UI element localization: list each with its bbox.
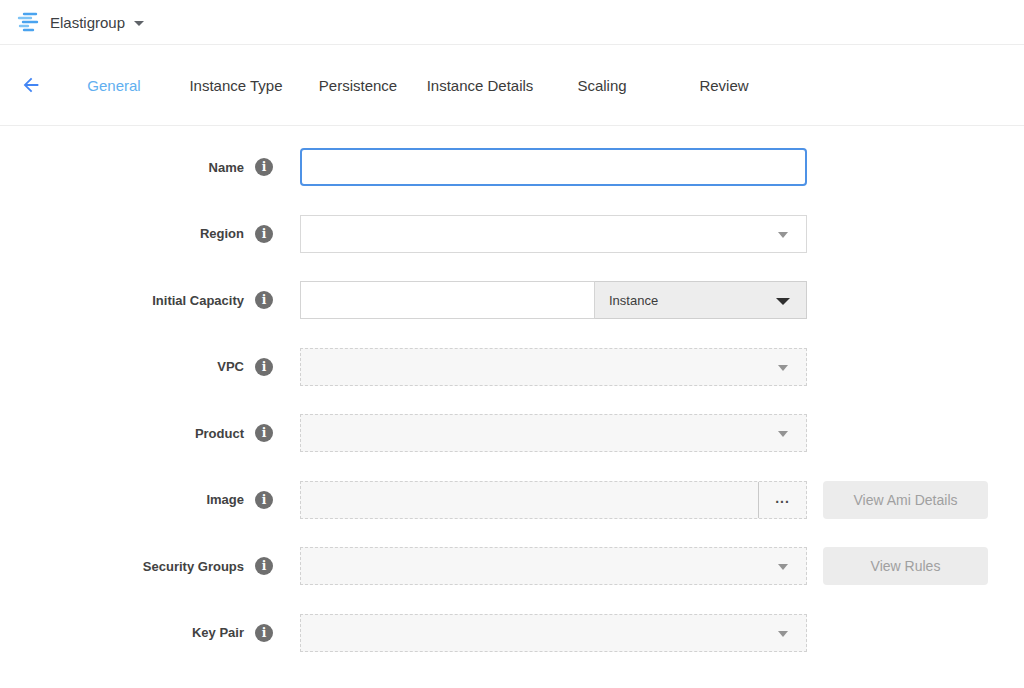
image-value: [301, 482, 758, 518]
product-select[interactable]: [300, 414, 807, 452]
chevron-down-icon: [778, 564, 788, 570]
tab-scaling[interactable]: Scaling: [541, 77, 663, 94]
chevron-down-icon: [778, 365, 788, 371]
field-row-key-pair: Key Pair i: [0, 614, 1024, 652]
field-row-region: Region i: [0, 215, 1024, 253]
arrow-back-icon: [20, 74, 42, 96]
info-icon[interactable]: i: [255, 225, 273, 243]
field-row-image: Image i ... View Ami Details: [0, 481, 1024, 519]
info-icon[interactable]: i: [255, 291, 273, 309]
vpc-select[interactable]: [300, 348, 807, 386]
app-header: Elastigroup: [0, 0, 1024, 45]
capacity-unit-select[interactable]: Instance: [595, 281, 807, 319]
wizard-tabs: General Instance Type Persistence Instan…: [53, 77, 785, 94]
field-row-initial-capacity: Initial Capacity i Instance: [0, 281, 1024, 319]
info-icon[interactable]: i: [255, 624, 273, 642]
initial-capacity-label: Initial Capacity: [152, 293, 244, 308]
tab-review[interactable]: Review: [663, 77, 785, 94]
field-row-security-groups: Security Groups i View Rules: [0, 547, 1024, 585]
name-input[interactable]: [300, 148, 807, 186]
image-label: Image: [206, 492, 244, 507]
chevron-down-icon[interactable]: [134, 21, 144, 26]
field-row-vpc: VPC i: [0, 348, 1024, 386]
info-icon[interactable]: i: [255, 358, 273, 376]
info-icon[interactable]: i: [255, 424, 273, 442]
name-label: Name: [209, 160, 244, 175]
tab-persistence[interactable]: Persistence: [297, 77, 419, 94]
capacity-unit-value: Instance: [609, 293, 658, 308]
product-label: Product: [195, 426, 244, 441]
initial-capacity-input[interactable]: [300, 281, 595, 319]
region-select[interactable]: [300, 215, 807, 253]
security-groups-label: Security Groups: [143, 559, 244, 574]
image-picker[interactable]: ...: [300, 481, 807, 519]
region-label: Region: [200, 226, 244, 241]
general-form: Name i Region i Initial Capacity i Insta…: [0, 126, 1024, 652]
view-rules-button[interactable]: View Rules: [823, 547, 988, 585]
key-pair-select[interactable]: [300, 614, 807, 652]
field-row-product: Product i: [0, 414, 1024, 452]
elastigroup-logo-icon: [16, 10, 40, 34]
chevron-down-icon: [778, 431, 788, 437]
view-ami-details-button[interactable]: View Ami Details: [823, 481, 988, 519]
security-groups-select[interactable]: [300, 547, 807, 585]
field-row-name: Name i: [0, 148, 1024, 186]
chevron-down-icon: [778, 232, 788, 238]
tab-general[interactable]: General: [53, 77, 175, 94]
info-icon[interactable]: i: [255, 491, 273, 509]
image-browse-button[interactable]: ...: [758, 482, 806, 518]
info-icon[interactable]: i: [255, 557, 273, 575]
key-pair-label: Key Pair: [192, 625, 244, 640]
app-switcher[interactable]: Elastigroup: [50, 14, 125, 31]
info-icon[interactable]: i: [255, 158, 273, 176]
chevron-down-icon: [778, 631, 788, 637]
wizard-tab-bar: General Instance Type Persistence Instan…: [0, 45, 1024, 126]
back-button[interactable]: [20, 74, 42, 96]
vpc-label: VPC: [217, 359, 244, 374]
tab-instance-type[interactable]: Instance Type: [175, 77, 297, 94]
tab-instance-details[interactable]: Instance Details: [419, 77, 541, 94]
chevron-down-icon: [776, 298, 790, 305]
